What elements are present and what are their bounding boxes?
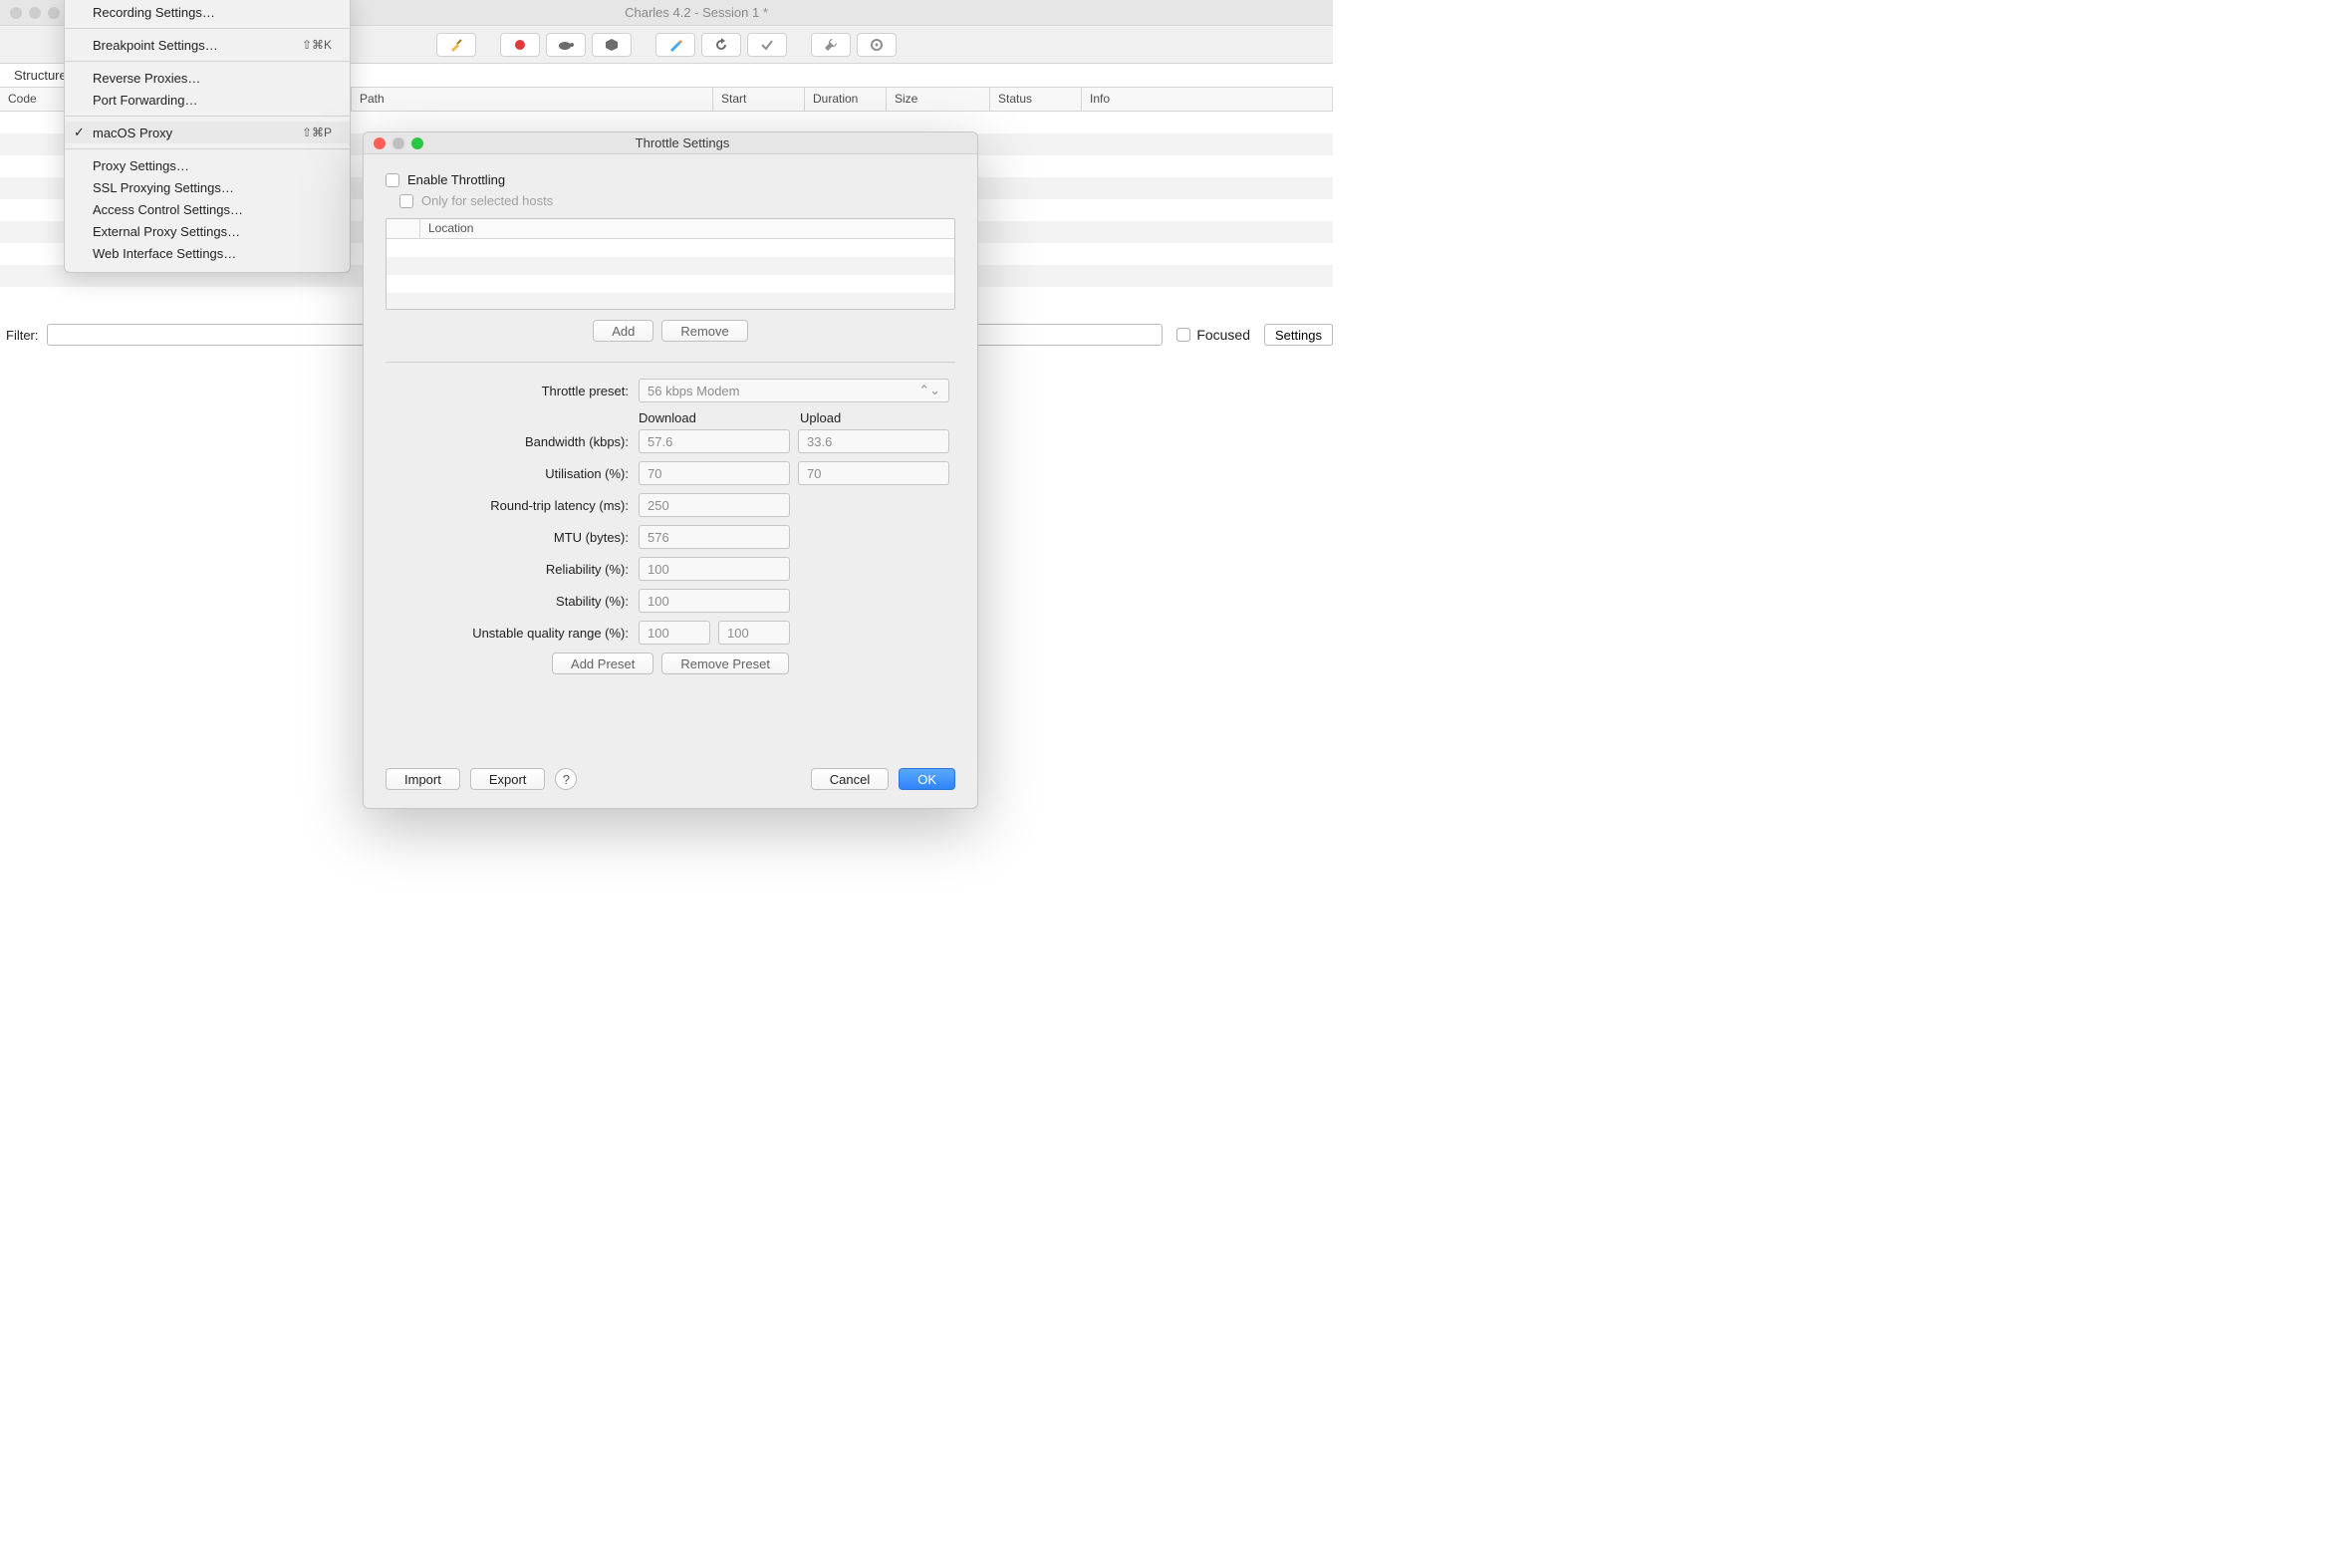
location-column-label: Location xyxy=(420,219,481,238)
menu-port-forwarding[interactable]: Port Forwarding… xyxy=(65,89,350,111)
utilisation-label: Utilisation (%): xyxy=(386,466,639,481)
only-selected-label: Only for selected hosts xyxy=(421,193,553,208)
throttle-settings-dialog: Throttle Settings Enable Throttling Only… xyxy=(363,131,978,809)
mtu-label: MTU (bytes): xyxy=(386,530,639,545)
window-traffic-lights[interactable] xyxy=(10,7,60,19)
col-status[interactable]: Status xyxy=(990,88,1082,111)
cancel-button[interactable]: Cancel xyxy=(811,768,889,790)
menu-proxy-settings[interactable]: Proxy Settings… xyxy=(65,154,350,176)
enable-throttling-checkbox[interactable]: Enable Throttling xyxy=(386,172,955,187)
menu-separator xyxy=(65,28,350,29)
download-header: Download xyxy=(639,410,790,425)
enable-throttling-label: Enable Throttling xyxy=(407,172,505,187)
latency-input xyxy=(639,493,790,517)
location-header: Location xyxy=(387,219,954,239)
throttle-preset-select[interactable]: 56 kbps Modem ⌃⌄ xyxy=(639,379,949,402)
bandwidth-label: Bandwidth (kbps): xyxy=(386,434,639,449)
help-button[interactable]: ? xyxy=(555,768,577,790)
record-icon[interactable] xyxy=(500,33,540,57)
add-location-button: Add xyxy=(593,320,653,342)
menu-separator xyxy=(65,61,350,62)
checkmark-icon: ✓ xyxy=(74,125,85,140)
bandwidth-upload-input xyxy=(798,429,949,453)
location-list[interactable]: Location xyxy=(386,218,955,310)
stability-label: Stability (%): xyxy=(386,594,639,609)
list-item[interactable] xyxy=(387,275,954,293)
menu-macos-proxy[interactable]: ✓macOS Proxy⇧⌘P xyxy=(65,122,350,143)
import-button[interactable]: Import xyxy=(386,768,460,790)
menu-reverse-proxies[interactable]: Reverse Proxies… xyxy=(65,67,350,89)
tab-structure[interactable]: Structure xyxy=(0,64,65,87)
main-window: Charles 4.2 - Session 1 * Structure Code… xyxy=(0,0,1333,895)
dialog-title: Throttle Settings xyxy=(388,135,977,150)
gear-icon[interactable] xyxy=(857,33,897,57)
utilisation-upload-input xyxy=(798,461,949,485)
remove-location-button: Remove xyxy=(661,320,747,342)
unstable-min-input xyxy=(639,621,710,645)
only-selected-input xyxy=(399,194,413,208)
col-code[interactable]: Code xyxy=(0,88,65,111)
export-button[interactable]: Export xyxy=(470,768,546,790)
wrench-icon[interactable] xyxy=(811,33,851,57)
refresh-icon[interactable] xyxy=(701,33,741,57)
proxy-menu: Recording Settings… Breakpoint Settings…… xyxy=(64,0,351,273)
enable-throttling-input[interactable] xyxy=(386,173,399,187)
reliability-input xyxy=(639,557,790,581)
col-size[interactable]: Size xyxy=(887,88,990,111)
divider xyxy=(386,362,955,363)
col-info[interactable]: Info xyxy=(1082,88,1333,111)
col-start[interactable]: Start xyxy=(713,88,805,111)
stability-input xyxy=(639,589,790,613)
preset-label: Throttle preset: xyxy=(386,384,639,398)
reliability-label: Reliability (%): xyxy=(386,562,639,577)
menu-ssl-proxying-settings[interactable]: SSL Proxying Settings… xyxy=(65,176,350,198)
chevron-up-down-icon: ⌃⌄ xyxy=(918,383,940,398)
settings-button[interactable]: Settings xyxy=(1264,324,1333,346)
col-path[interactable]: Path xyxy=(352,88,713,111)
ok-button[interactable]: OK xyxy=(899,768,955,790)
utilisation-download-input xyxy=(639,461,790,485)
focused-checkbox[interactable]: Focused xyxy=(1176,327,1250,343)
preset-value: 56 kbps Modem xyxy=(648,384,740,398)
unstable-max-input xyxy=(718,621,790,645)
upload-header: Upload xyxy=(800,410,951,425)
dialog-titlebar: Throttle Settings xyxy=(364,132,977,154)
menu-breakpoint-settings[interactable]: Breakpoint Settings…⇧⌘K xyxy=(65,34,350,56)
pencil-icon[interactable] xyxy=(655,33,695,57)
focused-label: Focused xyxy=(1196,327,1250,343)
col-duration[interactable]: Duration xyxy=(805,88,887,111)
latency-label: Round-trip latency (ms): xyxy=(386,498,639,513)
bandwidth-download-input xyxy=(639,429,790,453)
menu-access-control-settings[interactable]: Access Control Settings… xyxy=(65,198,350,220)
hex-icon[interactable] xyxy=(592,33,632,57)
list-item[interactable] xyxy=(387,239,954,257)
unstable-label: Unstable quality range (%): xyxy=(386,626,639,641)
turtle-icon[interactable] xyxy=(546,33,586,57)
remove-preset-button: Remove Preset xyxy=(661,653,789,674)
only-selected-hosts-checkbox[interactable]: Only for selected hosts xyxy=(399,193,955,208)
list-item[interactable] xyxy=(387,257,954,275)
menu-recording-settings[interactable]: Recording Settings… xyxy=(65,1,350,23)
menu-separator xyxy=(65,116,350,117)
filter-label: Filter: xyxy=(6,328,39,343)
mtu-input xyxy=(639,525,790,549)
menu-external-proxy-settings[interactable]: External Proxy Settings… xyxy=(65,220,350,242)
broom-icon[interactable] xyxy=(436,33,476,57)
add-preset-button: Add Preset xyxy=(552,653,653,674)
menu-web-interface-settings[interactable]: Web Interface Settings… xyxy=(65,242,350,264)
focused-check-input[interactable] xyxy=(1176,328,1190,342)
list-item[interactable] xyxy=(387,293,954,310)
menu-separator xyxy=(65,148,350,149)
check-icon[interactable] xyxy=(747,33,787,57)
